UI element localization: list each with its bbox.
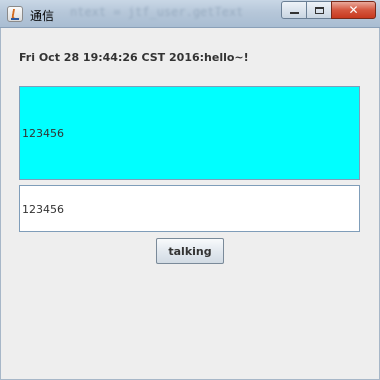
- talking-button[interactable]: talking: [156, 238, 224, 264]
- talking-button-label: talking: [168, 244, 212, 258]
- background-code-text: ntext = jtf_user.getText: [70, 5, 244, 19]
- chat-display-area[interactable]: 123456: [19, 86, 360, 180]
- close-button[interactable]: ✕: [331, 1, 376, 19]
- window-title-bar[interactable]: ntext = jtf_user.getText 通信 ✕: [0, 0, 380, 28]
- maximize-button[interactable]: [306, 1, 332, 19]
- close-icon: ✕: [348, 3, 359, 17]
- message-header-label: Fri Oct 28 19:44:26 CST 2016:hello~!: [19, 51, 249, 64]
- window-title: 通信: [30, 9, 55, 23]
- minimize-button[interactable]: [281, 1, 307, 19]
- message-input-value: 123456: [22, 203, 64, 216]
- minimize-icon: [289, 12, 299, 14]
- maximize-icon: [314, 6, 324, 14]
- chat-display-text: 123456: [22, 127, 64, 140]
- java-app-icon: [7, 6, 23, 22]
- message-input-field[interactable]: 123456: [19, 185, 360, 232]
